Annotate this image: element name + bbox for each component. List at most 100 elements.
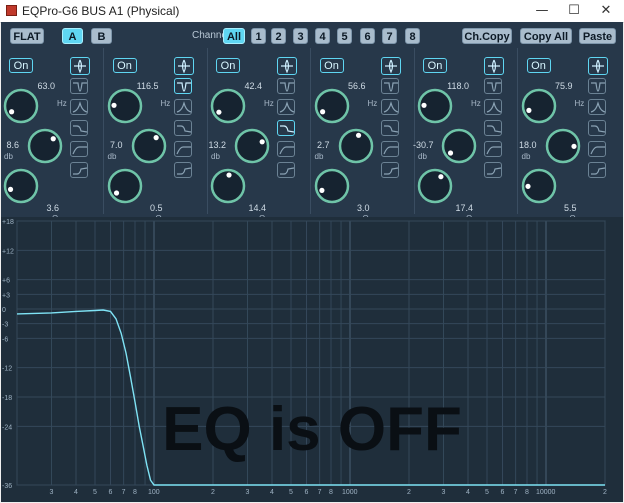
band-pass-filter-icon[interactable] bbox=[484, 99, 502, 115]
frequency-knob[interactable] bbox=[314, 88, 350, 124]
band-1: On63.0Hz8.6db3.6Q bbox=[1, 48, 104, 223]
channel-2-button[interactable]: 2 bbox=[271, 28, 286, 44]
high-shelf-filter-icon[interactable] bbox=[587, 120, 606, 136]
frequency-knob[interactable] bbox=[210, 88, 246, 124]
low-cut-filter-icon[interactable] bbox=[484, 141, 502, 157]
bell-filter-icon[interactable] bbox=[380, 57, 401, 75]
notch-filter-icon[interactable] bbox=[587, 78, 606, 94]
gain-knob[interactable] bbox=[545, 128, 581, 164]
y-tick-label: -18 bbox=[2, 395, 12, 402]
gain-knob[interactable] bbox=[27, 128, 63, 164]
high-shelf-filter-icon[interactable] bbox=[380, 120, 399, 136]
band-freq_unit-label: Hz bbox=[160, 99, 171, 108]
low-cut-filter-icon[interactable] bbox=[277, 141, 295, 157]
frequency-knob[interactable] bbox=[521, 88, 557, 124]
toolbar: FLAT A B Channel: All 1 2 3 4 5 6 7 8 Ch.Copy Co… bbox=[1, 22, 623, 48]
band-pass-filter-icon[interactable] bbox=[173, 99, 192, 115]
high-shelf-filter-icon[interactable] bbox=[277, 120, 295, 136]
y-tick-label: +3 bbox=[2, 292, 10, 299]
band-on-button[interactable]: On bbox=[9, 58, 33, 73]
low-shelf-filter-icon[interactable] bbox=[484, 162, 502, 178]
notch-filter-icon[interactable] bbox=[484, 78, 502, 94]
y-tick-label: -3 bbox=[2, 322, 8, 329]
low-cut-filter-icon[interactable] bbox=[70, 141, 88, 157]
band-pass-filter-icon[interactable] bbox=[277, 99, 295, 115]
channel-4-button[interactable]: 4 bbox=[315, 28, 330, 44]
x-tick-label: 7 bbox=[122, 489, 126, 496]
channel-6-button[interactable]: 6 bbox=[360, 28, 375, 44]
low-cut-filter-icon[interactable] bbox=[587, 141, 606, 157]
x-tick-label: 8 bbox=[525, 489, 529, 496]
window-title: EQPro-G6 BUS A1 (Physical) bbox=[22, 4, 180, 18]
high-shelf-filter-icon[interactable] bbox=[70, 120, 88, 136]
band-gain_unit-label: db bbox=[4, 152, 13, 161]
q-knob[interactable] bbox=[210, 168, 246, 204]
frequency-knob[interactable] bbox=[417, 88, 453, 124]
high-shelf-filter-icon[interactable] bbox=[484, 120, 502, 136]
band-5: On118.0Hz-30.7db17.4Q bbox=[413, 48, 518, 223]
band-on-button[interactable]: On bbox=[319, 58, 344, 73]
low-shelf-filter-icon[interactable] bbox=[380, 162, 399, 178]
band-pass-filter-icon[interactable] bbox=[380, 99, 399, 115]
band-freq_unit-label: Hz bbox=[57, 99, 67, 108]
preset-b-button[interactable]: B bbox=[91, 28, 112, 44]
band-q-value: 3.6 bbox=[46, 203, 59, 213]
q-knob[interactable] bbox=[3, 168, 39, 204]
low-shelf-filter-icon[interactable] bbox=[173, 162, 192, 178]
band-gain-value: 13.2 bbox=[208, 140, 226, 150]
low-shelf-filter-icon[interactable] bbox=[277, 162, 295, 178]
gain-knob[interactable] bbox=[441, 128, 477, 164]
notch-filter-icon[interactable] bbox=[380, 78, 399, 94]
channel-8-button[interactable]: 8 bbox=[405, 28, 420, 44]
paste-button[interactable]: Paste bbox=[579, 28, 616, 44]
band-6: On75.9Hz18.0db5.5Q bbox=[519, 48, 622, 223]
band-gain_unit-label: db bbox=[107, 152, 117, 161]
low-cut-filter-icon[interactable] bbox=[380, 141, 399, 157]
band-gain_unit-label: db bbox=[418, 152, 427, 161]
close-button[interactable]: ✕ bbox=[590, 0, 622, 21]
notch-filter-icon[interactable] bbox=[277, 78, 295, 94]
band-on-button[interactable]: On bbox=[216, 58, 240, 73]
channel-7-button[interactable]: 7 bbox=[382, 28, 397, 44]
band-on-button[interactable]: On bbox=[423, 58, 447, 73]
notch-filter-icon[interactable] bbox=[70, 78, 88, 94]
low-shelf-filter-icon[interactable] bbox=[587, 162, 606, 178]
x-tick-label: 5 bbox=[289, 489, 293, 496]
q-knob[interactable] bbox=[521, 168, 557, 204]
copy-all-button[interactable]: Copy All bbox=[520, 28, 572, 44]
high-shelf-filter-icon[interactable] bbox=[173, 120, 192, 136]
bell-filter-icon[interactable] bbox=[484, 57, 504, 75]
x-tick-label: 8 bbox=[329, 489, 333, 496]
frequency-knob[interactable] bbox=[3, 88, 39, 124]
bell-filter-icon[interactable] bbox=[587, 57, 608, 75]
gain-knob[interactable] bbox=[338, 128, 374, 164]
low-cut-filter-icon[interactable] bbox=[173, 141, 192, 157]
channel-3-button[interactable]: 3 bbox=[293, 28, 308, 44]
band-pass-filter-icon[interactable] bbox=[587, 99, 606, 115]
q-knob[interactable] bbox=[314, 168, 350, 204]
maximize-button[interactable]: ☐ bbox=[558, 0, 590, 21]
frequency-knob[interactable] bbox=[107, 88, 143, 124]
ch-copy-button[interactable]: Ch.Copy bbox=[462, 28, 512, 44]
gain-knob[interactable] bbox=[131, 128, 167, 164]
band-q-value: 14.4 bbox=[248, 203, 266, 213]
low-shelf-filter-icon[interactable] bbox=[70, 162, 88, 178]
channel-1-button[interactable]: 1 bbox=[251, 28, 266, 44]
flat-button[interactable]: FLAT bbox=[10, 28, 44, 44]
channel-all-button[interactable]: All bbox=[223, 28, 245, 44]
preset-a-button[interactable]: A bbox=[62, 28, 83, 44]
band-gain-value: 8.6 bbox=[6, 140, 19, 150]
bell-filter-icon[interactable] bbox=[277, 57, 297, 75]
bell-filter-icon[interactable] bbox=[70, 57, 90, 75]
band-on-button[interactable]: On bbox=[112, 58, 137, 73]
bell-filter-icon[interactable] bbox=[173, 57, 194, 75]
band-pass-filter-icon[interactable] bbox=[70, 99, 88, 115]
minimize-button[interactable]: — bbox=[526, 0, 558, 21]
gain-knob[interactable] bbox=[234, 128, 270, 164]
q-knob[interactable] bbox=[417, 168, 453, 204]
band-q-value: 0.5 bbox=[149, 203, 163, 213]
notch-filter-icon[interactable] bbox=[173, 78, 192, 94]
band-on-button[interactable]: On bbox=[526, 58, 551, 73]
q-knob[interactable] bbox=[107, 168, 143, 204]
channel-5-button[interactable]: 5 bbox=[337, 28, 352, 44]
